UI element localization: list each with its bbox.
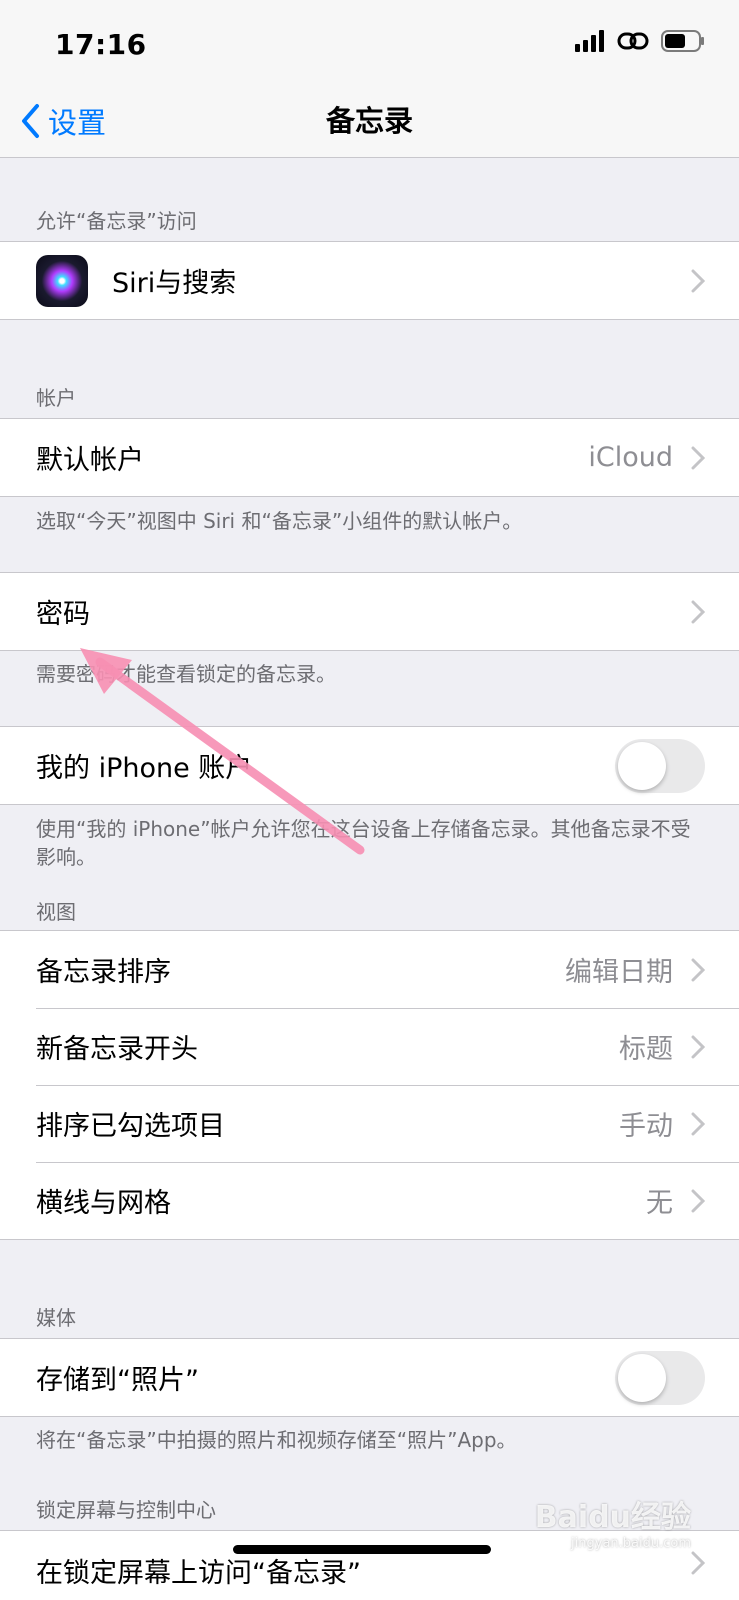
annotation-arrow — [80, 648, 365, 855]
